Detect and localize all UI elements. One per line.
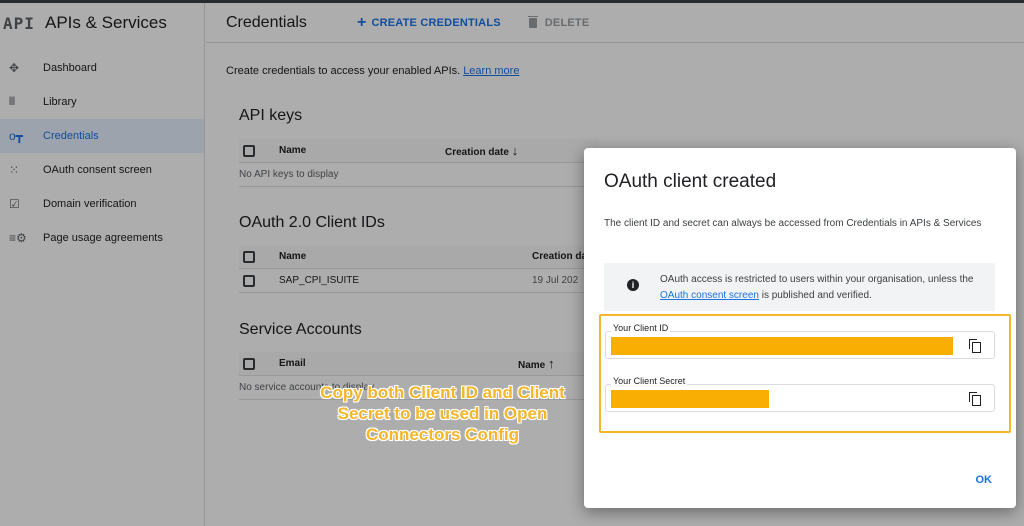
highlight-box <box>599 314 1011 433</box>
dialog-title: OAuth client created <box>604 171 777 192</box>
annotation-callout: Copy both Client ID and Client Secret to… <box>320 383 565 444</box>
dialog-description: The client ID and secret can always be a… <box>604 218 982 229</box>
ok-button[interactable]: OK <box>976 474 993 486</box>
info-banner: i OAuth access is restricted to users wi… <box>604 263 995 311</box>
oauth-consent-link[interactable]: OAuth consent screen <box>660 290 759 301</box>
info-icon: i <box>627 279 639 291</box>
info-text: OAuth access is restricted to users with… <box>660 272 990 304</box>
info-prefix: OAuth access is restricted to users with… <box>660 274 974 285</box>
info-suffix: is published and verified. <box>761 290 872 301</box>
